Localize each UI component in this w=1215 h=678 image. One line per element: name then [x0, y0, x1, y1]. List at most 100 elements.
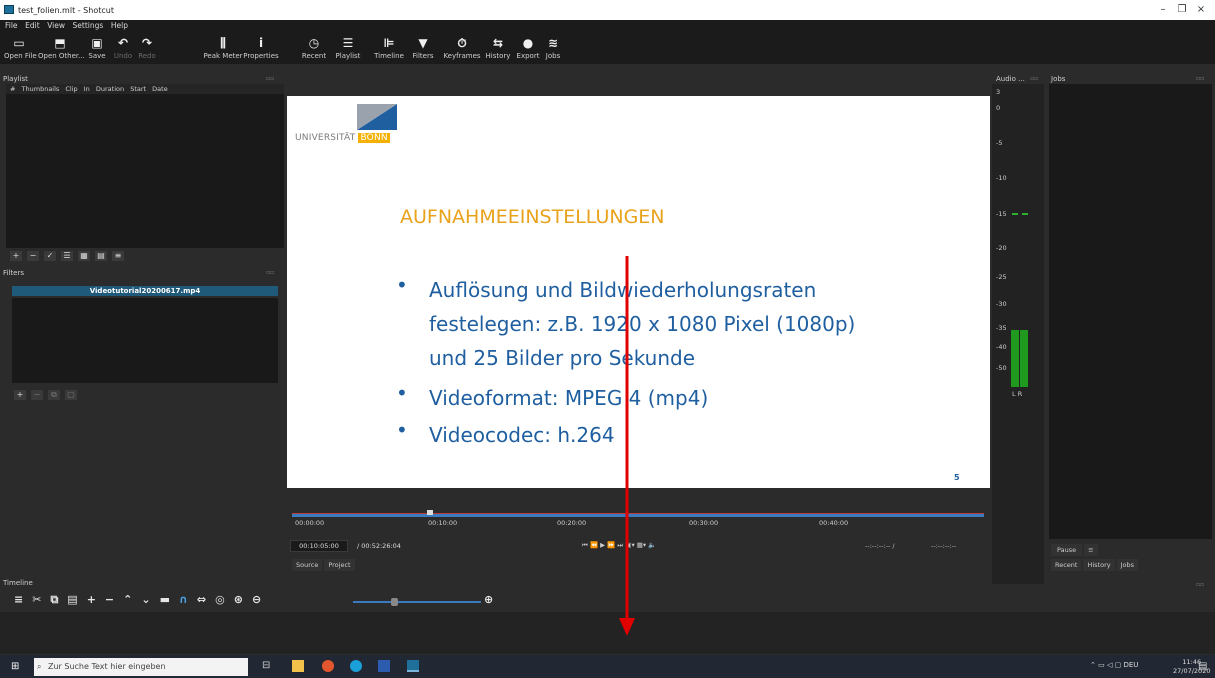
- tab-source[interactable]: Source: [292, 559, 323, 571]
- playhead-marker[interactable]: [427, 510, 433, 515]
- jobs-list[interactable]: [1049, 84, 1212, 539]
- tiles-view-icon[interactable]: ▦: [78, 251, 90, 261]
- export-button[interactable]: ● Export: [515, 34, 541, 60]
- taskbar-search-input[interactable]: ⌕ Zur Suche Text hier eingeben: [34, 658, 248, 676]
- zoom-in-icon[interactable]: ⊕: [484, 593, 493, 606]
- tab-history[interactable]: History: [1083, 559, 1115, 571]
- restore-icon[interactable]: ❐: [1175, 3, 1189, 17]
- bullet-line: Videocodec: h.264: [429, 423, 615, 447]
- keyframes-button[interactable]: ⏱ Keyframes: [442, 34, 482, 60]
- snap-icon[interactable]: ∩: [179, 593, 188, 606]
- check-icon[interactable]: ✓: [44, 251, 56, 261]
- add-icon[interactable]: +: [10, 251, 22, 261]
- menu-icon[interactable]: ≡: [112, 251, 124, 261]
- edge-icon[interactable]: [350, 660, 362, 672]
- remove-icon[interactable]: −: [27, 251, 39, 261]
- playlist-dock-buttons[interactable]: ▫▫: [266, 75, 274, 82]
- zoom-out-icon[interactable]: ⊖: [252, 593, 261, 606]
- play-icon[interactable]: ▶: [600, 541, 605, 549]
- filters-list[interactable]: [12, 298, 278, 383]
- audio-dock-buttons[interactable]: ▫▫: [1030, 75, 1038, 82]
- timeline-tracks[interactable]: [0, 612, 1215, 654]
- tab-recent[interactable]: Recent: [1051, 559, 1082, 571]
- open-file-button[interactable]: ▭ Open File: [4, 34, 37, 60]
- details-view-icon[interactable]: ☰: [61, 251, 73, 261]
- network-icon[interactable]: ▭: [1098, 661, 1105, 669]
- tab-jobs[interactable]: Jobs: [1116, 559, 1138, 571]
- timeline-toolbar: ≡ ✂ ⧉ ▤ + − ⌃ ⌄ ▬ ∩ ⇔ ◎ ⊛ ⊖: [14, 593, 270, 607]
- menu-help[interactable]: Help: [111, 20, 128, 32]
- icons-view-icon[interactable]: ▤: [95, 251, 107, 261]
- save-button[interactable]: ▣ Save: [86, 34, 108, 60]
- history-button[interactable]: ⇆ History: [484, 34, 512, 60]
- paste-icon[interactable]: ▤: [67, 593, 77, 606]
- timeline-button[interactable]: ⊫ Timeline: [372, 34, 406, 60]
- timeline-dock-buttons[interactable]: ▫▫: [1196, 581, 1204, 588]
- properties-button[interactable]: i Properties: [243, 34, 279, 60]
- skip-previous-icon[interactable]: ⏮: [582, 541, 588, 549]
- firefox-icon[interactable]: [322, 660, 334, 672]
- column-duration[interactable]: Duration: [96, 84, 124, 94]
- speaker-icon[interactable]: ◁: [1107, 661, 1112, 669]
- tray-chevron-icon[interactable]: ⌃: [1090, 661, 1096, 669]
- playlist-actions: + − ✓ ☰ ▦ ▤ ≡: [10, 251, 129, 261]
- bullet-line: und 25 Bilder pro Sekunde: [429, 346, 696, 370]
- zoom-slider[interactable]: [353, 601, 481, 603]
- copy-icon[interactable]: ⧉: [50, 593, 58, 607]
- peak-meter-button[interactable]: ⫼ Peak Meter: [203, 34, 243, 60]
- task-view-icon[interactable]: ⊟: [262, 660, 274, 672]
- filters-dock-buttons[interactable]: ▫▫: [266, 269, 274, 276]
- file-explorer-icon[interactable]: [292, 660, 304, 672]
- column-thumbnails[interactable]: Thumbnails: [22, 84, 60, 94]
- column-number[interactable]: #: [10, 84, 15, 94]
- playlist-list[interactable]: [6, 94, 284, 248]
- cut-icon[interactable]: ✂: [32, 593, 41, 606]
- column-clip[interactable]: Clip: [65, 84, 77, 94]
- overwrite-icon[interactable]: ⌄: [141, 593, 150, 606]
- lift-icon[interactable]: ⌃: [123, 593, 132, 606]
- zoom-slider-handle[interactable]: [391, 598, 398, 606]
- remove-filter-icon[interactable]: −: [31, 390, 43, 400]
- scrub-icon[interactable]: ⇔: [197, 593, 206, 606]
- open-other-button[interactable]: ⬒ Open Other...: [38, 34, 85, 60]
- close-icon[interactable]: ×: [1194, 3, 1208, 17]
- volume-icon[interactable]: 🔈: [648, 541, 656, 549]
- menu-file[interactable]: File: [5, 20, 18, 32]
- shotcut-taskbar-icon[interactable]: [407, 660, 419, 672]
- shotcut-app-icon: [4, 5, 14, 14]
- minimize-icon[interactable]: –: [1156, 3, 1170, 17]
- deselect-filter-icon[interactable]: ▢: [65, 390, 77, 400]
- tab-project[interactable]: Project: [324, 559, 355, 571]
- current-timecode-input[interactable]: 00:10:05:00: [290, 540, 348, 552]
- column-date[interactable]: Date: [152, 84, 168, 94]
- ripple-all-icon[interactable]: ⊛: [234, 593, 243, 606]
- timeline-menu-icon[interactable]: ≡: [14, 593, 23, 606]
- menu-settings[interactable]: Settings: [73, 20, 104, 32]
- pause-jobs-button[interactable]: Pause: [1051, 544, 1083, 556]
- rewind-icon[interactable]: ⏪: [590, 541, 598, 549]
- redo-button[interactable]: ↷ Redo: [136, 34, 158, 60]
- playlist-button[interactable]: ☰ Playlist: [333, 34, 363, 60]
- add-filter-icon[interactable]: +: [14, 390, 26, 400]
- slide-page-number: 5: [954, 473, 960, 482]
- remove-icon[interactable]: −: [105, 593, 114, 606]
- windows-start-icon[interactable]: ⊞: [11, 661, 19, 672]
- filters-button[interactable]: ▼ Filters: [410, 34, 436, 60]
- append-icon[interactable]: +: [87, 593, 96, 606]
- ripple-icon[interactable]: ◎: [215, 593, 225, 606]
- jobs-button[interactable]: ≋ Jobs: [542, 34, 564, 60]
- column-in[interactable]: In: [84, 84, 90, 94]
- word-icon[interactable]: [378, 660, 390, 672]
- menu-view[interactable]: View: [47, 20, 65, 32]
- split-icon[interactable]: ▬: [160, 593, 170, 606]
- notification-icon[interactable]: ▤: [1198, 661, 1207, 672]
- column-start[interactable]: Start: [130, 84, 146, 94]
- menu-edit[interactable]: Edit: [25, 20, 40, 32]
- undo-button[interactable]: ↶ Undo: [112, 34, 134, 60]
- language-indicator[interactable]: DEU: [1123, 661, 1138, 669]
- recent-button[interactable]: ◷ Recent: [301, 34, 327, 60]
- jobs-dock-buttons[interactable]: ▫▫: [1196, 75, 1204, 82]
- copy-filter-icon[interactable]: ⧉: [48, 390, 60, 400]
- battery-icon[interactable]: ▢: [1115, 661, 1122, 669]
- jobs-menu-icon[interactable]: ≡: [1084, 544, 1098, 556]
